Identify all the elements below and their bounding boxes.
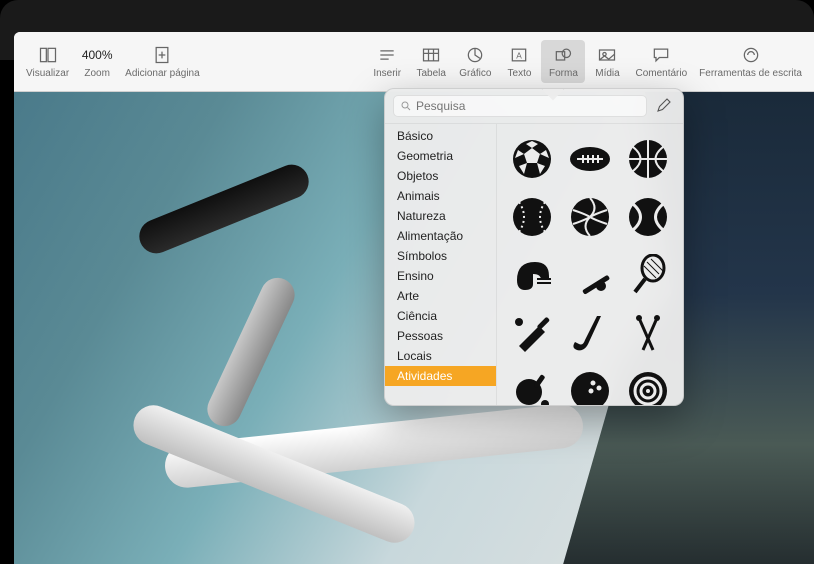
shapes-search-field[interactable] <box>393 95 647 117</box>
insert-icon <box>376 44 398 66</box>
shape-category-list[interactable]: BásicoGeometriaObjetosAnimaisNaturezaAli… <box>385 124 497 405</box>
svg-text:A: A <box>517 50 523 60</box>
shape-label: Forma <box>549 68 578 79</box>
bat-ball-shape[interactable] <box>561 246 619 304</box>
table-button[interactable]: Tabela <box>409 40 453 83</box>
helmet-shape[interactable] <box>503 246 561 304</box>
ski-poles-shape[interactable] <box>619 304 677 362</box>
text-button[interactable]: A Texto <box>497 40 541 83</box>
dartboard-shape[interactable] <box>619 362 677 405</box>
text-label: Texto <box>508 68 532 79</box>
zoom-label: Zoom <box>84 68 110 79</box>
shape-category-item[interactable]: Pessoas <box>385 326 496 346</box>
baseball-shape[interactable] <box>503 188 561 246</box>
tennis-ball-shape[interactable] <box>619 188 677 246</box>
photo-detail-frame <box>104 424 624 564</box>
soccer-ball-shape[interactable] <box>503 130 561 188</box>
comment-button[interactable]: Comentário <box>629 40 693 83</box>
insert-button[interactable]: Inserir <box>365 40 409 83</box>
media-label: Mídia <box>595 68 619 79</box>
shape-category-item[interactable]: Ensino <box>385 266 496 286</box>
hockey-stick-shape[interactable] <box>561 304 619 362</box>
basketball-shape[interactable] <box>619 130 677 188</box>
media-icon <box>596 44 618 66</box>
comment-icon <box>650 44 672 66</box>
comment-label: Comentário <box>635 68 687 79</box>
photo-detail-handlebar <box>54 152 354 372</box>
shape-category-item[interactable]: Alimentação <box>385 226 496 246</box>
shape-category-item[interactable]: Ciência <box>385 306 496 326</box>
shapes-search-input[interactable] <box>416 99 640 113</box>
cricket-bat-shape[interactable] <box>503 304 561 362</box>
shape-category-item[interactable]: Locais <box>385 346 496 366</box>
shape-button[interactable]: Forma <box>541 40 585 83</box>
table-label: Tabela <box>417 68 446 79</box>
shape-grid <box>497 124 683 405</box>
screen: Visualizar 400% Zoom Adicionar página In… <box>14 32 814 564</box>
insert-label: Inserir <box>373 68 401 79</box>
zoom-button[interactable]: 400% Zoom <box>75 40 119 83</box>
view-button[interactable]: Visualizar <box>20 40 75 83</box>
shape-category-item[interactable]: Geometria <box>385 146 496 166</box>
chart-label: Gráfico <box>459 68 491 79</box>
ping-pong-shape[interactable] <box>503 362 561 405</box>
table-icon <box>420 44 442 66</box>
volleyball-shape[interactable] <box>561 188 619 246</box>
writing-tools-button[interactable]: Ferramentas de escrita <box>693 40 808 83</box>
shape-category-item[interactable]: Animais <box>385 186 496 206</box>
toolbar: Visualizar 400% Zoom Adicionar página In… <box>14 32 814 92</box>
shape-category-item[interactable]: Básico <box>385 126 496 146</box>
shape-category-item[interactable]: Símbolos <box>385 246 496 266</box>
add-page-button[interactable]: Adicionar página <box>119 40 206 83</box>
chart-icon <box>464 44 486 66</box>
shape-icon <box>552 44 574 66</box>
media-button[interactable]: Mídia <box>585 40 629 83</box>
zoom-value: 400% <box>86 44 108 66</box>
view-icon <box>37 44 59 66</box>
writing-tools-icon <box>740 44 762 66</box>
writing-tools-label: Ferramentas de escrita <box>699 68 802 79</box>
shape-category-item[interactable]: Objetos <box>385 166 496 186</box>
bowling-shape[interactable] <box>561 362 619 405</box>
shape-category-item[interactable]: Atividades <box>385 366 496 386</box>
shapes-popover: BásicoGeometriaObjetosAnimaisNaturezaAli… <box>384 88 684 406</box>
football-shape[interactable] <box>561 130 619 188</box>
view-label: Visualizar <box>26 68 69 79</box>
add-page-icon <box>151 44 173 66</box>
racket-shape[interactable] <box>619 246 677 304</box>
add-page-label: Adicionar página <box>125 68 200 79</box>
draw-shape-button[interactable] <box>655 96 675 116</box>
text-icon: A <box>508 44 530 66</box>
shape-category-item[interactable]: Arte <box>385 286 496 306</box>
chart-button[interactable]: Gráfico <box>453 40 497 83</box>
shape-category-item[interactable]: Natureza <box>385 206 496 226</box>
